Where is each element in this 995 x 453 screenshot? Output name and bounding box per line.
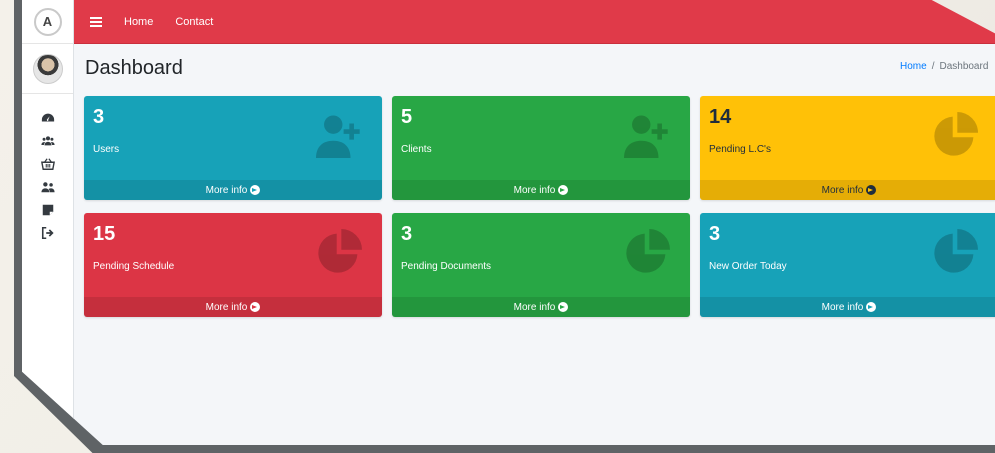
content-header: Dashboard Home / Dashboard <box>74 44 995 96</box>
breadcrumb-current: Dashboard <box>939 61 989 72</box>
box-label: Clients <box>401 144 432 155</box>
breadcrumb-home[interactable]: Home <box>900 61 927 72</box>
sidebar: A <box>22 0 74 445</box>
small-box-users: 3 Users More info <box>84 96 382 200</box>
circle-arrow-right-icon <box>866 302 877 312</box>
more-info-link[interactable]: More info <box>392 180 690 200</box>
more-info-label: More info <box>821 301 864 313</box>
more-info-link[interactable]: More info <box>84 180 382 200</box>
circle-arrow-right-icon <box>866 185 877 195</box>
sidebar-item-users[interactable] <box>22 129 74 152</box>
more-info-link[interactable]: More info <box>700 297 995 317</box>
circle-arrow-right-icon <box>250 302 261 312</box>
box-value: 15 <box>93 223 116 245</box>
box-label: Pending Documents <box>401 261 492 272</box>
sidebar-item-logout[interactable] <box>22 221 74 244</box>
pie-chart-icon <box>934 229 978 273</box>
more-info-label: More info <box>205 301 248 313</box>
small-box-new-order-today: 3 New Order Today More info <box>700 213 995 317</box>
more-info-link[interactable]: More info <box>392 297 690 317</box>
sidebar-item-clients[interactable] <box>22 175 74 198</box>
box-value: 14 <box>709 106 732 128</box>
basket-icon <box>40 157 55 170</box>
users-icon <box>40 135 55 145</box>
brand[interactable]: A <box>22 0 73 44</box>
box-label: New Order Today <box>709 261 787 272</box>
box-value: 3 <box>401 223 413 245</box>
avatar[interactable] <box>32 53 63 84</box>
nav-link-contact[interactable]: Contact <box>175 16 213 28</box>
pie-chart-icon <box>626 229 670 273</box>
more-info-label: More info <box>513 184 556 196</box>
note-icon <box>42 204 53 215</box>
more-info-label: More info <box>205 184 248 196</box>
sidebar-item-dashboard[interactable] <box>22 106 74 129</box>
box-value: 3 <box>93 106 105 128</box>
more-info-label: More info <box>513 301 556 313</box>
circle-arrow-right-icon <box>250 185 261 195</box>
circle-arrow-right-icon <box>558 185 569 195</box>
top-navbar: Home Contact <box>74 0 995 44</box>
user-plus-icon <box>624 115 668 158</box>
more-info-link[interactable]: More info <box>84 297 382 317</box>
small-box-pending-lcs: 14 Pending L.C's More info <box>700 96 995 200</box>
box-label: Pending Schedule <box>93 261 175 272</box>
breadcrumb-separator: / <box>931 61 935 72</box>
small-box-pending-schedule: 15 Pending Schedule More info <box>84 213 382 317</box>
box-label: Users <box>93 144 120 155</box>
box-value: 3 <box>709 223 721 245</box>
small-box-clients: 5 Clients More info <box>392 96 690 200</box>
more-info-label: More info <box>821 184 864 196</box>
box-label: Pending L.C's <box>709 144 771 155</box>
sidebar-item-notes[interactable] <box>22 198 74 221</box>
dashboard-gauge-icon <box>41 113 54 121</box>
user-plus-icon <box>316 115 360 158</box>
app-screen: A Home Contact Dashboard Home / Dashboar… <box>22 0 995 445</box>
user-group-icon <box>40 181 55 192</box>
pie-chart-icon <box>934 112 978 156</box>
user-panel <box>22 44 73 94</box>
box-value: 5 <box>401 106 413 128</box>
more-info-link[interactable]: More info <box>700 180 995 200</box>
nav-link-home[interactable]: Home <box>124 16 153 28</box>
sign-out-icon <box>41 226 54 239</box>
hamburger-menu-icon[interactable] <box>90 16 102 27</box>
sidebar-item-basket[interactable] <box>22 152 74 175</box>
small-box-pending-documents: 3 Pending Documents More info <box>392 213 690 317</box>
brand-logo[interactable]: A <box>33 7 62 36</box>
page-title: Dashboard <box>85 57 183 79</box>
breadcrumb: Home / Dashboard <box>900 61 988 72</box>
circle-arrow-right-icon <box>558 302 569 312</box>
sidebar-nav <box>22 94 73 244</box>
pie-chart-icon <box>318 229 362 273</box>
